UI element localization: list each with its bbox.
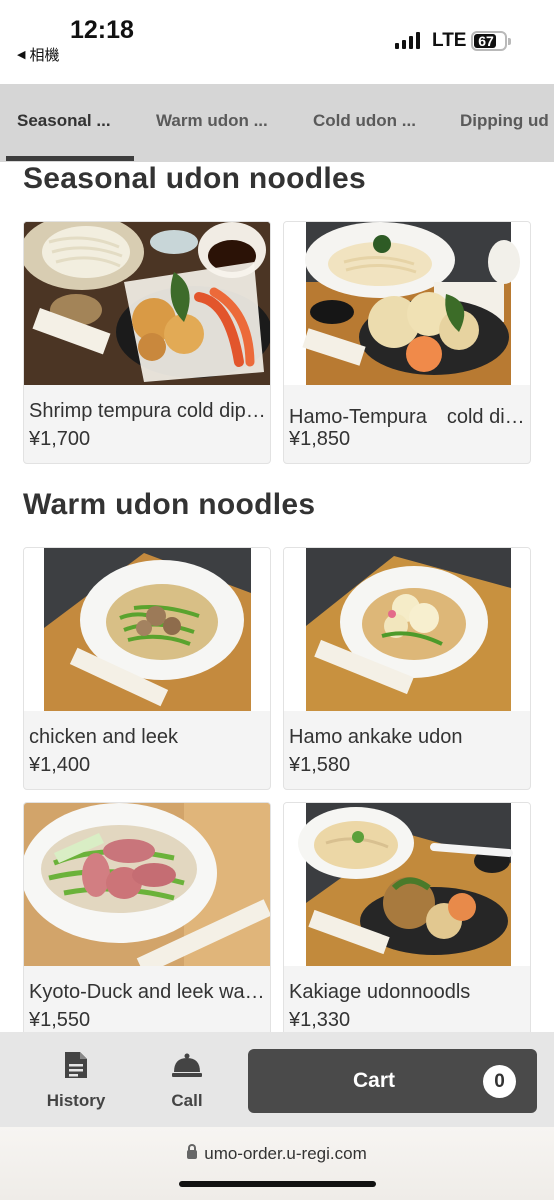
home-indicator[interactable] [179, 1181, 376, 1187]
url-text: umo-order.u-regi.com [204, 1144, 367, 1163]
signal-icon [395, 32, 420, 49]
history-label: History [46, 1091, 106, 1110]
cart-label: Cart [352, 1069, 395, 1092]
status-bar: 12:18 ◀ 相機 LTE 67 [0, 0, 554, 84]
menu-item-card[interactable]: chicken and leek ¥1,400 [23, 547, 271, 790]
menu-content: Seasonal udon noodles Shrimp tempura col… [0, 162, 554, 1032]
back-triangle-icon: ◀ [17, 49, 26, 61]
history-button[interactable]: History [31, 1050, 121, 1111]
menu-item-price: ¥1,700 [29, 428, 91, 450]
menu-item-card[interactable]: Hamo-Tempura cold dipping udon ¥1,850 [283, 221, 531, 464]
menu-item-name: Hamo-Tempura cold dipping udon [289, 406, 527, 428]
section-title-seasonal: Seasonal udon noodles [23, 162, 367, 195]
menu-item-price: ¥1,550 [29, 1009, 91, 1031]
menu-item-name: Shrimp tempura cold dipping udon [29, 400, 267, 422]
network-label: LTE [432, 30, 467, 51]
menu-item-card[interactable]: Shrimp tempura cold dipping udon ¥1,700 [23, 221, 271, 464]
back-to-app-link[interactable]: ◀ 相機 [17, 44, 59, 65]
url-display[interactable]: umo-order.u-regi.com [0, 1144, 554, 1164]
call-label: Call [171, 1091, 203, 1110]
food-photo [284, 548, 530, 711]
service-bell-icon [172, 1053, 202, 1077]
food-photo [24, 548, 270, 711]
category-tabs: Seasonal ... Warm udon ... Cold udon ...… [0, 84, 554, 162]
menu-item-price: ¥1,580 [289, 754, 351, 776]
menu-item-name: Hamo ankake udon [289, 726, 463, 748]
tab-cold-udon[interactable]: Cold udon ... [313, 84, 416, 162]
menu-item-name: Kakiage udonnoodls [289, 981, 471, 1003]
menu-item-card[interactable]: Kyoto-Duck and leek warm udon ¥1,550 [23, 802, 271, 1032]
document-icon [65, 1052, 87, 1078]
browser-url-bar[interactable]: umo-order.u-regi.com [0, 1127, 554, 1200]
food-photo [284, 803, 530, 966]
menu-item-card[interactable]: Hamo ankake udon ¥1,580 [283, 547, 531, 790]
cart-count-badge: 0 [483, 1065, 516, 1098]
status-time: 12:18 [70, 16, 134, 44]
menu-item-price: ¥1,330 [289, 1009, 351, 1031]
lock-icon [187, 1144, 198, 1159]
active-tab-indicator [6, 156, 134, 161]
menu-item-card[interactable]: Kakiage udonnoodls ¥1,330 [283, 802, 531, 1032]
food-photo [24, 222, 270, 385]
food-photo [24, 803, 270, 966]
tab-seasonal[interactable]: Seasonal ... [17, 84, 111, 162]
menu-item-name: Kyoto-Duck and leek warm udon [29, 981, 267, 1003]
menu-item-price: ¥1,400 [29, 754, 91, 776]
menu-item-name: chicken and leek [29, 726, 178, 748]
tab-warm-udon[interactable]: Warm udon ... [156, 84, 268, 162]
bottom-action-bar: History Call Cart 0 [0, 1032, 554, 1127]
back-app-label: 相機 [29, 47, 60, 64]
cart-button[interactable]: Cart 0 [248, 1049, 537, 1113]
menu-item-price: ¥1,850 [289, 428, 351, 450]
battery-level: 67 [478, 33, 494, 49]
section-title-warm: Warm udon noodles [23, 488, 316, 521]
food-photo [284, 222, 530, 385]
call-staff-button[interactable]: Call [142, 1050, 232, 1111]
tab-dipping-udon[interactable]: Dipping ud [460, 84, 549, 162]
battery-icon: 67 [471, 31, 507, 51]
